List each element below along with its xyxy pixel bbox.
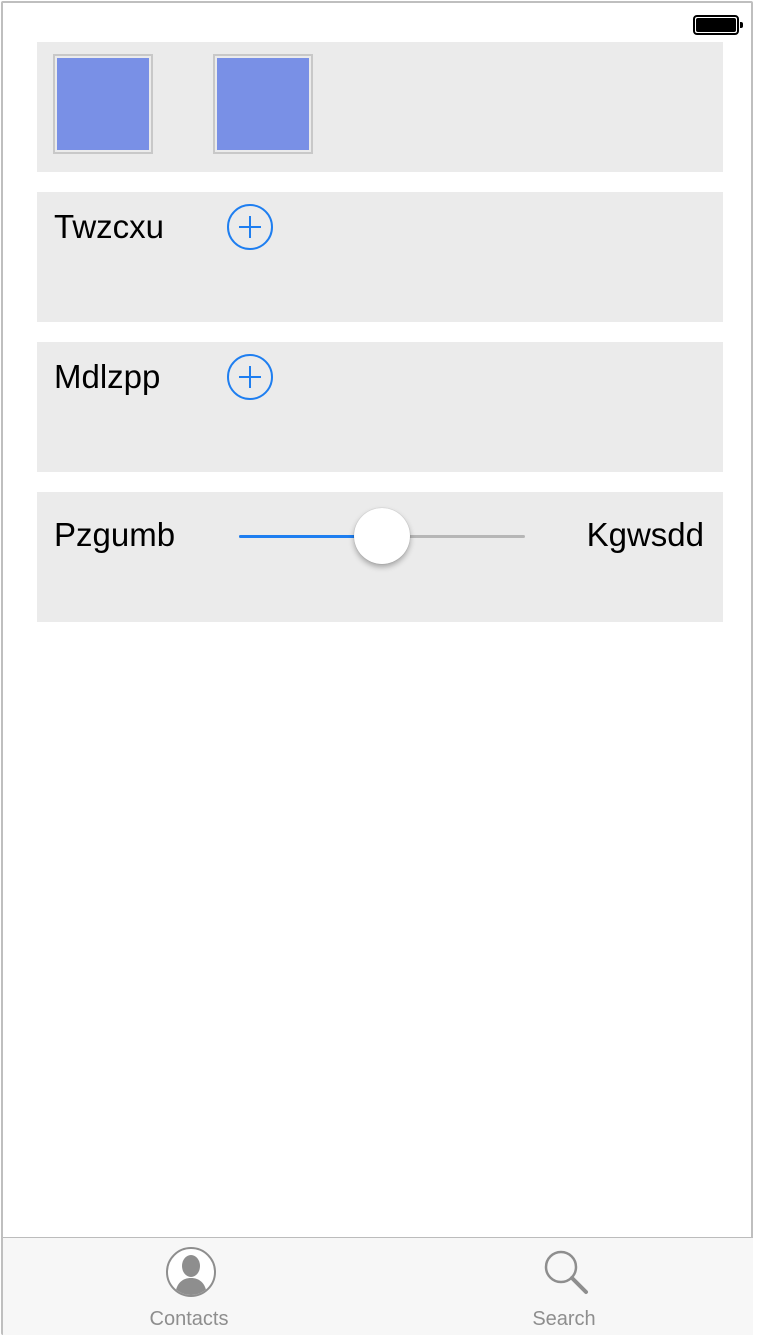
slider-knob[interactable] (354, 508, 410, 564)
tab-label: Contacts (149, 1308, 229, 1330)
slider-min-label: Pzgumb (54, 516, 176, 553)
row-label: Mdlzpp (54, 358, 161, 395)
thumbnail-panel (37, 42, 723, 172)
slider-panel: Pzgumb Kgwsdd (37, 492, 723, 622)
tab-bar: Contacts Search (3, 1237, 753, 1335)
contacts-icon (166, 1247, 216, 1297)
tab-search[interactable]: Search (464, 1238, 664, 1336)
tab-contacts[interactable]: Contacts (89, 1238, 289, 1336)
search-icon (544, 1250, 588, 1294)
row-panel-2: Mdlzpp (37, 342, 723, 472)
screen: Twzcxu Mdlzpp Pzgumb Kgwsdd (1, 1, 753, 1335)
slider[interactable] (239, 506, 525, 566)
image-thumbnail-2[interactable] (213, 54, 313, 154)
add-circle-icon[interactable] (227, 354, 273, 400)
add-circle-icon[interactable] (227, 204, 273, 250)
row-panel-1: Twzcxu (37, 192, 723, 322)
image-thumbnail-1[interactable] (53, 54, 153, 154)
row-label: Twzcxu (54, 208, 165, 245)
slider-max-label: Kgwsdd (586, 516, 704, 553)
tab-label: Search (532, 1308, 596, 1330)
battery-icon (693, 15, 743, 35)
